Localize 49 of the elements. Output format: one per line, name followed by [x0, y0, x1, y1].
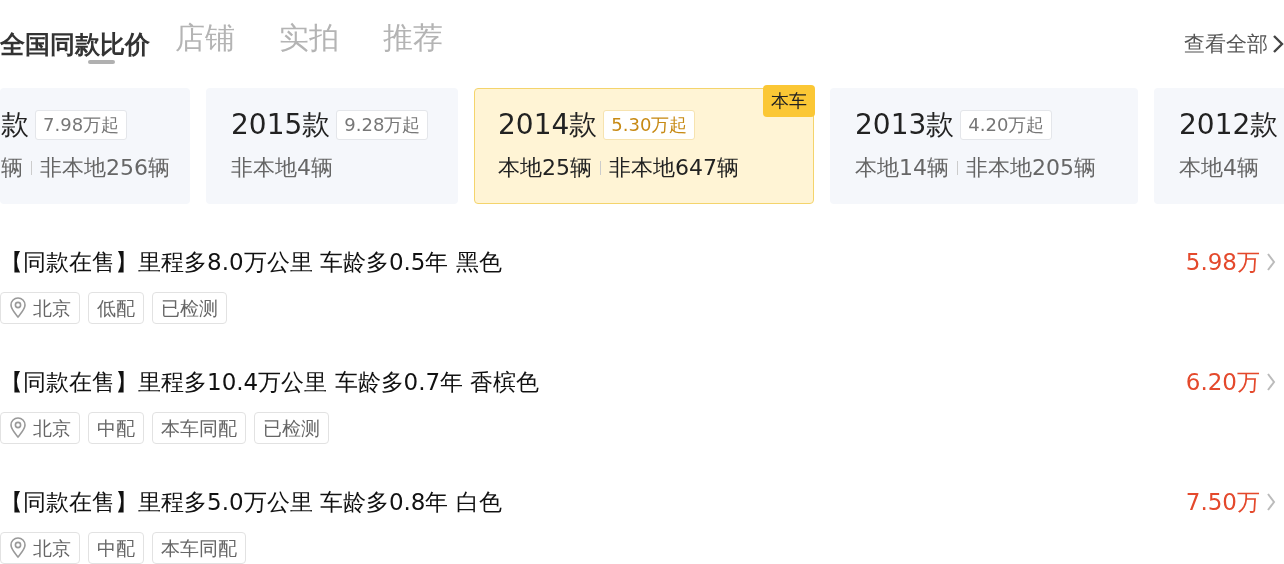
listing-price-link[interactable]: 6.20万: [1185, 364, 1276, 400]
listing-price-link[interactable]: 5.98万: [1185, 244, 1276, 280]
local-count: 本地25辆: [498, 154, 592, 182]
price-tag: 4.20万起: [960, 110, 1053, 140]
location-tag: 北京: [0, 412, 80, 444]
feature-tag: 中配: [88, 412, 144, 444]
model-year-card[interactable]: 2015款 9.28万起 非本地4辆: [206, 88, 458, 204]
price-tag: 9.28万起: [336, 110, 429, 140]
tab-underline: [88, 60, 115, 64]
nonlocal-count: 非本地4辆: [231, 154, 333, 182]
model-year: 2012款: [1179, 107, 1279, 143]
feature-tag: 已检测: [254, 412, 329, 444]
chevron-right-icon: [1266, 492, 1276, 512]
nonlocal-count: 非本地205辆: [966, 154, 1096, 182]
chevron-right-icon: [1266, 252, 1276, 272]
model-year: 2014款: [498, 107, 598, 143]
price-tag: 5.30万起: [603, 110, 696, 140]
listing-title[interactable]: 【同款在售】里程多8.0万公里 车龄多0.5年 黑色: [0, 244, 502, 280]
local-count: 本地14辆: [855, 154, 949, 182]
location-pin-icon: [9, 537, 27, 559]
model-year: 2015款: [231, 107, 331, 143]
model-year: 2013款: [855, 107, 955, 143]
local-count: 辆: [1, 154, 23, 182]
nonlocal-count: 非本地256辆: [40, 154, 170, 182]
model-year-card[interactable]: 2014款 5.30万起 本地25辆 非本地647辆 本车: [474, 88, 814, 204]
feature-tag: 低配: [88, 292, 144, 324]
feature-tag: 已检测: [152, 292, 227, 324]
location-pin-icon: [9, 297, 27, 319]
current-car-badge: 本车: [763, 85, 815, 117]
view-all-link[interactable]: 查看全部: [1184, 28, 1284, 60]
model-year-card[interactable]: 款 7.98万起 辆 非本地256辆: [0, 88, 190, 204]
feature-tag: 本车同配: [152, 412, 246, 444]
nonlocal-count: 非本地647辆: [609, 154, 739, 182]
model-year-card[interactable]: 2012款 本地4辆: [1154, 88, 1284, 204]
model-year-card[interactable]: 2013款 4.20万起 本地14辆 非本地205辆: [830, 88, 1138, 204]
listing-price-link[interactable]: 7.50万: [1185, 484, 1276, 520]
local-count: 本地4辆: [1179, 154, 1259, 182]
section-title: 全国同款比价: [0, 29, 150, 61]
feature-tag: 中配: [88, 532, 144, 564]
location-tag: 北京: [0, 532, 80, 564]
location-tag: 北京: [0, 292, 80, 324]
location-pin-icon: [9, 417, 27, 439]
chevron-right-icon: [1272, 34, 1284, 54]
listing-title[interactable]: 【同款在售】里程多10.4万公里 车龄多0.7年 香槟色: [0, 364, 540, 400]
chevron-right-icon: [1266, 372, 1276, 392]
feature-tag: 本车同配: [152, 532, 246, 564]
listing-title[interactable]: 【同款在售】里程多5.0万公里 车龄多0.8年 白色: [0, 484, 502, 520]
price-tag: 7.98万起: [35, 110, 128, 140]
model-year: 款: [1, 107, 29, 143]
